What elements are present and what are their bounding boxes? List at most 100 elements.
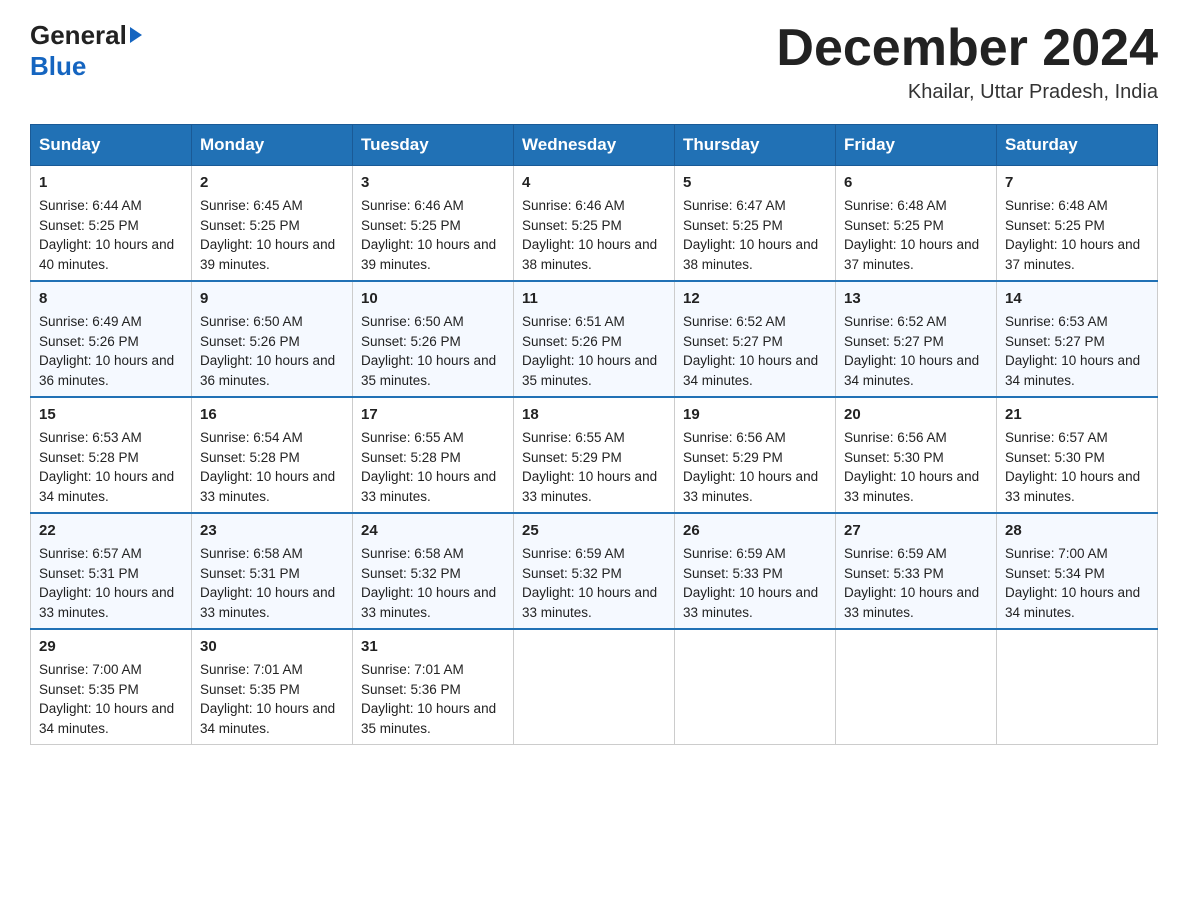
table-row: 18 Sunrise: 6:55 AM Sunset: 5:29 PM Dayl… — [514, 397, 675, 513]
sunrise-text: Sunrise: 7:00 AM — [1005, 546, 1108, 561]
location: Khailar, Uttar Pradesh, India — [776, 81, 1158, 104]
logo-blue-text: Blue — [30, 51, 86, 82]
sunset-text: Sunset: 5:28 PM — [39, 450, 139, 465]
day-number: 31 — [361, 636, 505, 658]
daylight-text: Daylight: 10 hours and 37 minutes. — [844, 237, 979, 272]
page-header: General Blue December 2024 Khailar, Utta… — [30, 20, 1158, 104]
header-friday: Friday — [836, 125, 997, 166]
table-row: 10 Sunrise: 6:50 AM Sunset: 5:26 PM Dayl… — [353, 281, 514, 397]
sunrise-text: Sunrise: 6:48 AM — [844, 198, 947, 213]
daylight-text: Daylight: 10 hours and 33 minutes. — [844, 469, 979, 504]
sunset-text: Sunset: 5:31 PM — [39, 566, 139, 581]
day-number: 15 — [39, 404, 183, 426]
day-number: 9 — [200, 288, 344, 310]
sunset-text: Sunset: 5:31 PM — [200, 566, 300, 581]
sunrise-text: Sunrise: 6:47 AM — [683, 198, 786, 213]
day-number: 17 — [361, 404, 505, 426]
sunrise-text: Sunrise: 6:59 AM — [683, 546, 786, 561]
daylight-text: Daylight: 10 hours and 34 minutes. — [1005, 353, 1140, 388]
daylight-text: Daylight: 10 hours and 36 minutes. — [39, 353, 174, 388]
table-row: 3 Sunrise: 6:46 AM Sunset: 5:25 PM Dayli… — [353, 166, 514, 282]
daylight-text: Daylight: 10 hours and 35 minutes. — [361, 701, 496, 736]
sunset-text: Sunset: 5:35 PM — [200, 682, 300, 697]
table-row: 8 Sunrise: 6:49 AM Sunset: 5:26 PM Dayli… — [31, 281, 192, 397]
table-row: 27 Sunrise: 6:59 AM Sunset: 5:33 PM Dayl… — [836, 513, 997, 629]
day-number: 24 — [361, 520, 505, 542]
day-number: 3 — [361, 172, 505, 194]
table-row: 26 Sunrise: 6:59 AM Sunset: 5:33 PM Dayl… — [675, 513, 836, 629]
day-number: 2 — [200, 172, 344, 194]
daylight-text: Daylight: 10 hours and 34 minutes. — [683, 353, 818, 388]
sunset-text: Sunset: 5:27 PM — [844, 334, 944, 349]
sunset-text: Sunset: 5:27 PM — [683, 334, 783, 349]
daylight-text: Daylight: 10 hours and 40 minutes. — [39, 237, 174, 272]
day-number: 22 — [39, 520, 183, 542]
header-sunday: Sunday — [31, 125, 192, 166]
daylight-text: Daylight: 10 hours and 39 minutes. — [200, 237, 335, 272]
calendar-table: Sunday Monday Tuesday Wednesday Thursday… — [30, 124, 1158, 745]
daylight-text: Daylight: 10 hours and 33 minutes. — [522, 585, 657, 620]
sunrise-text: Sunrise: 6:50 AM — [200, 314, 303, 329]
table-row: 1 Sunrise: 6:44 AM Sunset: 5:25 PM Dayli… — [31, 166, 192, 282]
calendar-header-row: Sunday Monday Tuesday Wednesday Thursday… — [31, 125, 1158, 166]
day-number: 19 — [683, 404, 827, 426]
header-wednesday: Wednesday — [514, 125, 675, 166]
daylight-text: Daylight: 10 hours and 33 minutes. — [683, 585, 818, 620]
sunrise-text: Sunrise: 6:56 AM — [683, 430, 786, 445]
table-row: 28 Sunrise: 7:00 AM Sunset: 5:34 PM Dayl… — [997, 513, 1158, 629]
sunrise-text: Sunrise: 6:57 AM — [39, 546, 142, 561]
calendar-week-2: 8 Sunrise: 6:49 AM Sunset: 5:26 PM Dayli… — [31, 281, 1158, 397]
day-number: 11 — [522, 288, 666, 310]
day-number: 4 — [522, 172, 666, 194]
sunset-text: Sunset: 5:25 PM — [361, 218, 461, 233]
table-row: 22 Sunrise: 6:57 AM Sunset: 5:31 PM Dayl… — [31, 513, 192, 629]
sunset-text: Sunset: 5:30 PM — [1005, 450, 1105, 465]
sunset-text: Sunset: 5:25 PM — [1005, 218, 1105, 233]
table-row: 11 Sunrise: 6:51 AM Sunset: 5:26 PM Dayl… — [514, 281, 675, 397]
header-monday: Monday — [192, 125, 353, 166]
table-row: 16 Sunrise: 6:54 AM Sunset: 5:28 PM Dayl… — [192, 397, 353, 513]
sunset-text: Sunset: 5:28 PM — [361, 450, 461, 465]
daylight-text: Daylight: 10 hours and 34 minutes. — [39, 469, 174, 504]
header-tuesday: Tuesday — [353, 125, 514, 166]
sunrise-text: Sunrise: 6:52 AM — [844, 314, 947, 329]
title-section: December 2024 Khailar, Uttar Pradesh, In… — [776, 20, 1158, 104]
sunrise-text: Sunrise: 7:01 AM — [200, 662, 303, 677]
calendar-week-5: 29 Sunrise: 7:00 AM Sunset: 5:35 PM Dayl… — [31, 629, 1158, 745]
sunrise-text: Sunrise: 6:58 AM — [200, 546, 303, 561]
table-row — [675, 629, 836, 745]
sunset-text: Sunset: 5:25 PM — [683, 218, 783, 233]
daylight-text: Daylight: 10 hours and 33 minutes. — [1005, 469, 1140, 504]
sunset-text: Sunset: 5:25 PM — [522, 218, 622, 233]
sunset-text: Sunset: 5:35 PM — [39, 682, 139, 697]
sunrise-text: Sunrise: 6:49 AM — [39, 314, 142, 329]
day-number: 30 — [200, 636, 344, 658]
table-row: 29 Sunrise: 7:00 AM Sunset: 5:35 PM Dayl… — [31, 629, 192, 745]
daylight-text: Daylight: 10 hours and 35 minutes. — [361, 353, 496, 388]
sunset-text: Sunset: 5:26 PM — [200, 334, 300, 349]
day-number: 12 — [683, 288, 827, 310]
table-row: 21 Sunrise: 6:57 AM Sunset: 5:30 PM Dayl… — [997, 397, 1158, 513]
sunrise-text: Sunrise: 6:53 AM — [39, 430, 142, 445]
sunset-text: Sunset: 5:26 PM — [39, 334, 139, 349]
table-row — [997, 629, 1158, 745]
sunset-text: Sunset: 5:28 PM — [200, 450, 300, 465]
daylight-text: Daylight: 10 hours and 36 minutes. — [200, 353, 335, 388]
table-row: 17 Sunrise: 6:55 AM Sunset: 5:28 PM Dayl… — [353, 397, 514, 513]
daylight-text: Daylight: 10 hours and 33 minutes. — [200, 585, 335, 620]
table-row: 2 Sunrise: 6:45 AM Sunset: 5:25 PM Dayli… — [192, 166, 353, 282]
table-row: 7 Sunrise: 6:48 AM Sunset: 5:25 PM Dayli… — [997, 166, 1158, 282]
day-number: 16 — [200, 404, 344, 426]
logo-arrow-icon — [130, 27, 142, 43]
sunset-text: Sunset: 5:26 PM — [361, 334, 461, 349]
table-row: 23 Sunrise: 6:58 AM Sunset: 5:31 PM Dayl… — [192, 513, 353, 629]
daylight-text: Daylight: 10 hours and 35 minutes. — [522, 353, 657, 388]
daylight-text: Daylight: 10 hours and 34 minutes. — [844, 353, 979, 388]
day-number: 23 — [200, 520, 344, 542]
sunrise-text: Sunrise: 7:00 AM — [39, 662, 142, 677]
table-row: 19 Sunrise: 6:56 AM Sunset: 5:29 PM Dayl… — [675, 397, 836, 513]
logo-general-text: General — [30, 20, 127, 51]
daylight-text: Daylight: 10 hours and 33 minutes. — [361, 585, 496, 620]
day-number: 18 — [522, 404, 666, 426]
sunset-text: Sunset: 5:32 PM — [522, 566, 622, 581]
